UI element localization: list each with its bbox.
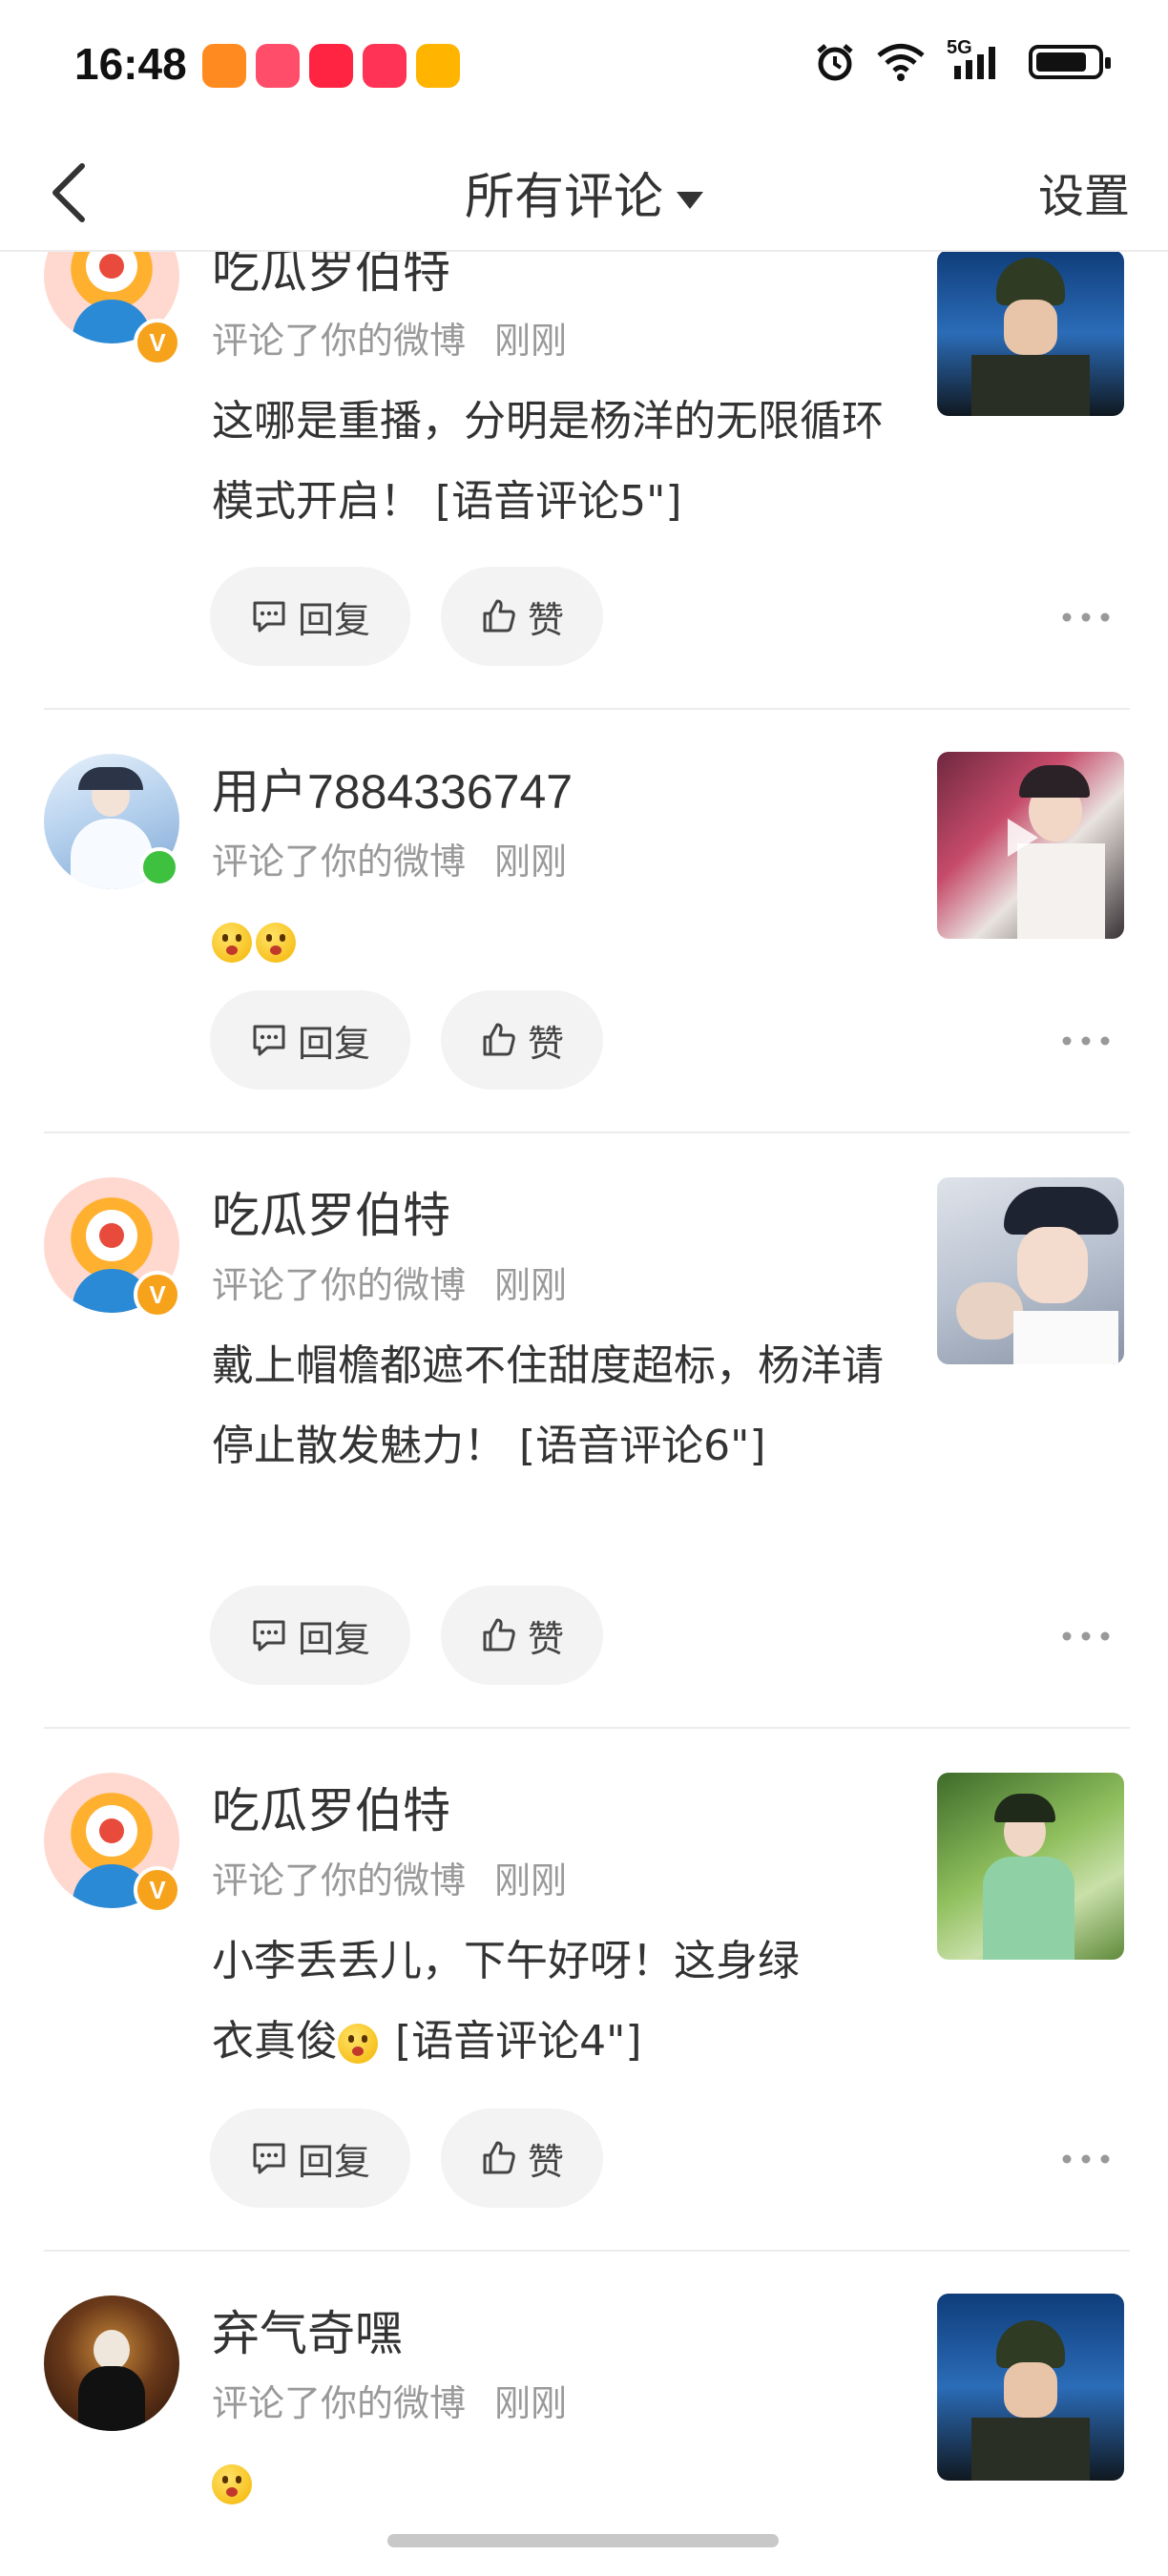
comment-icon xyxy=(253,601,285,633)
reply-button[interactable]: 回复 xyxy=(210,1586,410,1685)
scream-emoji-icon xyxy=(256,923,296,963)
divider xyxy=(44,708,1130,710)
cellular-signal: 5G xyxy=(947,37,1008,81)
video-app-icon xyxy=(363,44,407,88)
comment-icon xyxy=(253,1025,285,1056)
reply-label: 回复 xyxy=(297,2140,370,2183)
scream-emoji-icon xyxy=(212,2464,252,2504)
verified-badge-icon: V xyxy=(134,1866,181,1914)
like-button[interactable]: 赞 xyxy=(441,1586,603,1685)
like-button[interactable]: 赞 xyxy=(441,567,603,666)
reply-label: 回复 xyxy=(297,1617,370,1660)
comment-time: 刚刚 xyxy=(494,1264,568,1306)
comment-action-text: 评论了你的微博 xyxy=(212,841,467,883)
dropdown-caret-icon xyxy=(677,192,703,209)
thumbs-up-icon xyxy=(483,1023,515,1056)
page-title: 所有评论 xyxy=(464,169,663,226)
like-label: 赞 xyxy=(527,598,564,641)
comment-time: 刚刚 xyxy=(494,320,568,362)
comment-username[interactable]: 用户7884336747 xyxy=(212,754,573,822)
online-status-dot xyxy=(139,847,179,887)
post-thumbnail[interactable] xyxy=(937,252,1124,416)
more-options-icon[interactable] xyxy=(1059,1622,1113,1651)
drooling-emoji-icon xyxy=(338,2024,378,2064)
divider xyxy=(44,1727,1130,1729)
divider xyxy=(44,1132,1130,1133)
thumbs-up-icon xyxy=(483,1618,515,1652)
comment-time: 刚刚 xyxy=(494,1859,568,1901)
comment-action-text: 评论了你的微博 xyxy=(212,320,467,362)
more-options-icon[interactable] xyxy=(1059,603,1113,632)
reply-button[interactable]: 回复 xyxy=(210,990,410,1090)
status-bar: 16:48 5G xyxy=(0,0,1168,134)
comment-username[interactable]: 吃瓜罗伯特 xyxy=(212,252,450,301)
nav-bar: 所有评论 设置 xyxy=(0,134,1168,252)
reply-label: 回复 xyxy=(297,598,370,641)
like-button[interactable]: 赞 xyxy=(441,2109,603,2208)
like-label: 赞 xyxy=(527,1617,564,1660)
wifi-icon xyxy=(877,44,925,81)
signal-bars-icon xyxy=(954,47,995,79)
comment-meta: 评论了你的微博 刚刚 xyxy=(212,1851,567,1903)
comment-action-text: 评论了你的微博 xyxy=(212,1859,467,1901)
reply-button[interactable]: 回复 xyxy=(210,567,410,666)
taobao-app-icon xyxy=(202,44,246,88)
comment-time: 刚刚 xyxy=(494,841,568,883)
comment-text-part: 衣真俊 xyxy=(212,2017,338,2066)
comment-text-part: 小李丢丢儿，下午好呀！这身绿 xyxy=(212,1937,800,1985)
comment-text[interactable]: 这哪是重播，分明是杨洋的无限循环模式开启！ [语音评论5"] xyxy=(212,382,899,542)
xiaohongshu-app-icon xyxy=(309,44,353,88)
alarm-icon xyxy=(817,44,853,81)
post-thumbnail[interactable] xyxy=(937,2294,1124,2481)
home-indicator[interactable] xyxy=(387,2534,779,2547)
thumbs-up-icon xyxy=(483,599,515,633)
comment-icon xyxy=(253,2143,285,2174)
comment-action-text: 评论了你的微博 xyxy=(212,1264,467,1306)
battery-icon xyxy=(1029,45,1111,79)
verified-badge-icon: V xyxy=(134,1271,181,1319)
verified-badge-icon: V xyxy=(134,319,181,366)
like-button[interactable]: 赞 xyxy=(441,990,603,1090)
reply-label: 回复 xyxy=(297,1022,370,1065)
comment-filter-dropdown[interactable]: 所有评论 xyxy=(0,156,1168,228)
voice-comment-tag: [语音评论4"] xyxy=(382,2017,642,2066)
comment-feed[interactable]: V 吃瓜罗伯特 评论了你的微博 刚刚 这哪是重播，分明是杨洋的无限循环模式开启！ … xyxy=(0,252,1168,2576)
comment-meta: 评论了你的微博 刚刚 xyxy=(212,1256,567,1308)
post-thumbnail[interactable] xyxy=(937,1177,1124,1364)
avatar[interactable] xyxy=(44,2296,179,2431)
comment-username[interactable]: 弃气奇嘿 xyxy=(212,2296,403,2364)
divider xyxy=(44,2250,1130,2252)
scream-emoji-icon xyxy=(212,923,252,963)
post-thumbnail[interactable] xyxy=(937,1773,1124,1960)
weibo-app-icon xyxy=(416,44,460,88)
comment-meta: 评论了你的微博 刚刚 xyxy=(212,2374,567,2426)
reply-button[interactable]: 回复 xyxy=(210,2109,410,2208)
like-label: 赞 xyxy=(527,2140,564,2183)
settings-button[interactable]: 设置 xyxy=(1038,158,1130,225)
battery-fill xyxy=(1036,52,1086,72)
tmall-618-app-icon xyxy=(256,44,300,88)
comment-action-text: 评论了你的微博 xyxy=(212,2382,467,2424)
status-time: 16:48 xyxy=(74,39,187,89)
more-options-icon[interactable] xyxy=(1059,2145,1113,2173)
thumbs-up-icon xyxy=(483,2141,515,2174)
comment-text[interactable] xyxy=(212,2442,899,2523)
comment-icon xyxy=(253,1620,285,1652)
like-label: 赞 xyxy=(527,1022,564,1065)
comment-meta: 评论了你的微博 刚刚 xyxy=(212,311,567,364)
comment-username[interactable]: 吃瓜罗伯特 xyxy=(212,1773,450,1841)
comment-time: 刚刚 xyxy=(494,2382,568,2424)
more-options-icon[interactable] xyxy=(1059,1027,1113,1055)
notification-app-icons xyxy=(202,44,460,88)
system-icons: 5G xyxy=(815,37,1111,82)
comment-text[interactable]: 戴上帽檐都遮不住甜度超标，杨洋请停止散发魅力！ [语音评论6"] xyxy=(212,1326,899,1486)
comment-text[interactable] xyxy=(212,901,899,981)
comment-meta: 评论了你的微博 刚刚 xyxy=(212,832,567,884)
comment-username[interactable]: 吃瓜罗伯特 xyxy=(212,1177,450,1246)
comment-text[interactable]: 小李丢丢儿，下午好呀！这身绿 衣真俊 [语音评论4"] xyxy=(212,1922,899,2082)
post-thumbnail[interactable] xyxy=(937,752,1124,939)
